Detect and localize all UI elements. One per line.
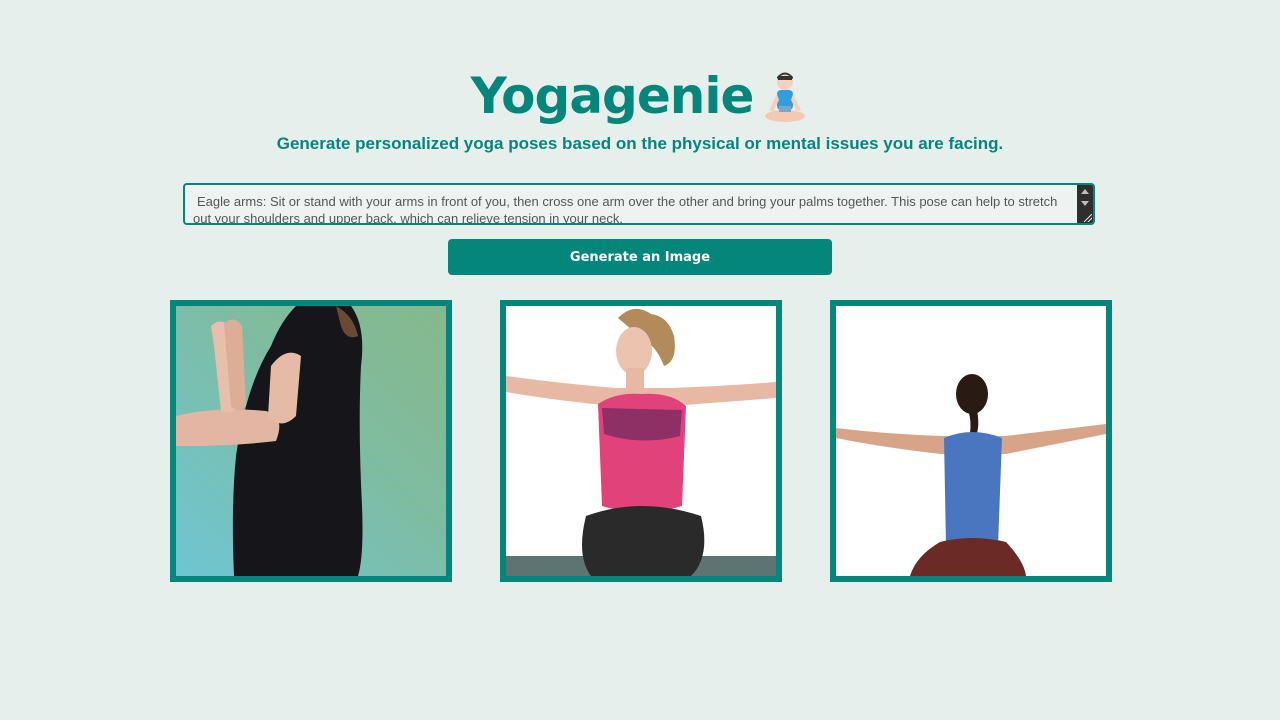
scroll-down-arrow-icon[interactable] <box>1081 201 1089 206</box>
back-view-arms-extended-image <box>836 306 1106 576</box>
header: Yogagenie <box>0 62 1280 130</box>
seated-arms-extended-image <box>506 306 776 576</box>
image-gallery <box>170 300 1112 582</box>
app-title: Yogagenie <box>470 67 755 125</box>
scroll-up-arrow-icon[interactable] <box>1081 189 1089 194</box>
prompt-textarea-container: Eagle arms: Sit or stand with your arms … <box>183 183 1095 225</box>
generated-image-2 <box>500 300 782 582</box>
generate-image-button[interactable]: Generate an Image <box>448 239 832 275</box>
generated-image-1 <box>170 300 452 582</box>
page: Yogagenie Generate personalized yoga pos… <box>0 0 1280 720</box>
generated-image-3 <box>830 300 1112 582</box>
subtitle: Generate personalized yoga poses based o… <box>276 134 1004 153</box>
person-in-lotus-position-icon <box>761 68 809 124</box>
resize-grip-icon[interactable] <box>1084 214 1092 222</box>
prompt-textarea[interactable]: Eagle arms: Sit or stand with your arms … <box>185 185 1071 223</box>
eagle-arms-side-view-image <box>176 306 446 576</box>
